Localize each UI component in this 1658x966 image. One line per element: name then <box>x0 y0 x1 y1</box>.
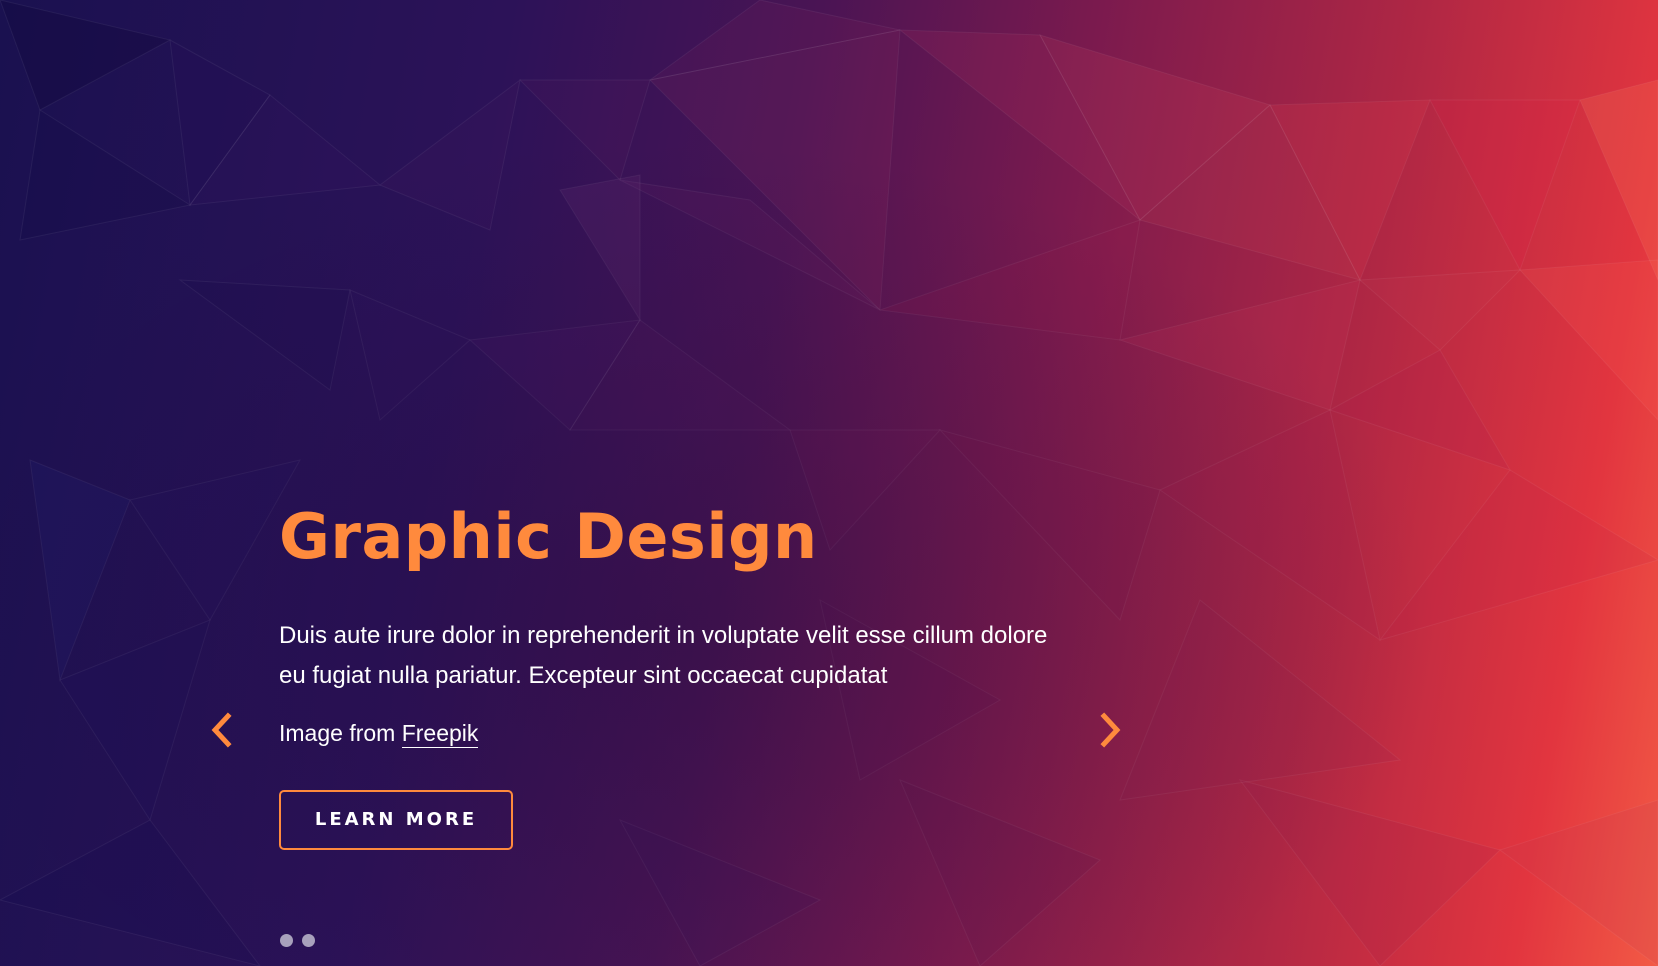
chevron-right-icon[interactable] <box>1096 710 1126 750</box>
slider-dot-1[interactable] <box>280 934 293 947</box>
learn-more-button[interactable]: LEARN MORE <box>279 790 513 850</box>
slider-dot-2[interactable] <box>302 934 315 947</box>
slide-description: Duis aute irure dolor in reprehenderit i… <box>279 622 1048 689</box>
credit-prefix: Image from <box>279 720 402 746</box>
slide-title: Graphic Design <box>279 500 818 573</box>
hero-slider: Graphic Design Duis aute irure dolor in … <box>0 0 1658 966</box>
slider-dots <box>280 934 315 947</box>
freepik-link[interactable]: Freepik <box>401 720 479 748</box>
slide-content: Graphic Design Duis aute irure dolor in … <box>279 500 1059 850</box>
image-credit: Image from Freepik <box>279 718 1059 748</box>
chevron-left-icon[interactable] <box>206 710 236 750</box>
